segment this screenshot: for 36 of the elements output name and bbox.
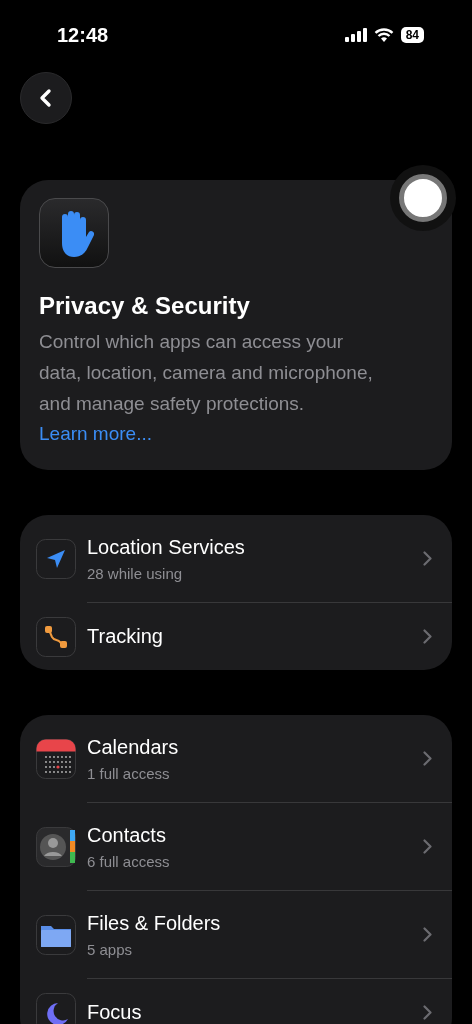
chevron-icon [423,751,432,766]
contacts-icon [36,827,76,867]
back-icon [39,88,53,108]
row-subtitle: 6 full access [87,852,171,870]
row-title: Focus [87,1001,143,1024]
chevron-icon [423,1005,432,1020]
chevron-icon [423,839,432,854]
row-title: Contacts [87,823,167,847]
hand-icon [39,198,109,268]
tracking-path-icon [36,616,76,657]
settings-row[interactable]: Focus [36,979,452,1024]
row-title: Calendars [87,735,180,759]
chevron-icon [423,629,432,644]
settings-row[interactable]: Files & Folders 5 apps [36,891,452,979]
settings-row[interactable]: Location Services 28 while using [36,515,452,603]
settings-row[interactable]: Tracking [36,603,452,670]
learn-more-link[interactable]: Learn more... [39,419,152,449]
settings-row[interactable]: Contacts 6 full access [36,803,452,891]
wifi-icon [373,28,394,42]
chevron-icon [423,927,432,942]
row-subtitle: 5 apps [87,940,134,958]
calendar-icon [36,739,76,779]
back-button[interactable] [20,72,72,124]
row-subtitle: 28 while using [87,564,184,582]
row-title: Location Services [87,535,246,559]
page-description: Control which apps can access your data, location, camera and microphone, and manage safety protections. [39,330,374,416]
chevron-icon [423,551,432,566]
row-title: Tracking [87,625,164,648]
settings-row[interactable]: Calendars 1 full access [36,715,452,803]
row-title: Files & Folders [87,911,222,935]
page-title: Privacy & Security [39,292,251,320]
signal-icon [344,28,367,42]
battery-level: 84 [400,27,424,43]
folder-icon [36,915,76,955]
status-time: 12:48 [57,23,109,47]
row-subtitle: 1 full access [87,764,171,782]
